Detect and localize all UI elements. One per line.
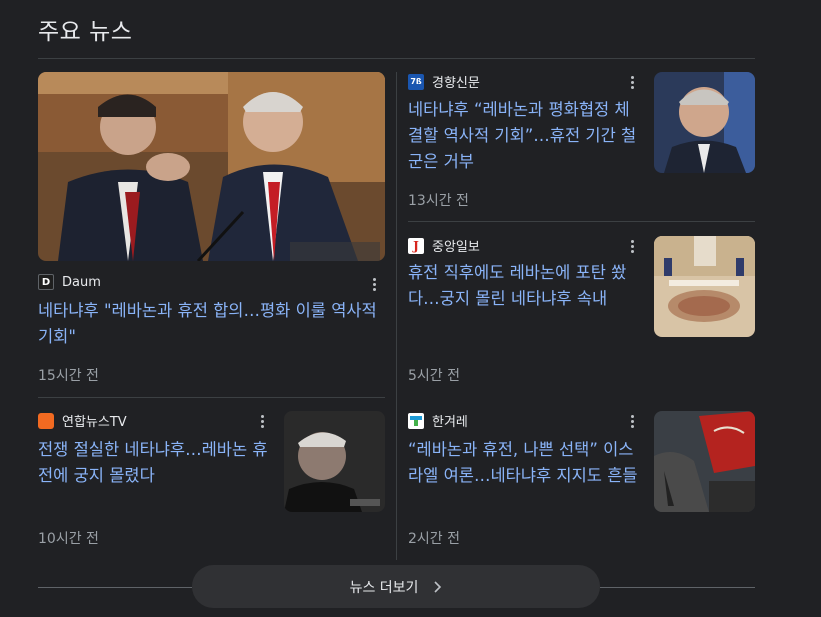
daum-logo-icon: D xyxy=(38,274,54,290)
divider xyxy=(38,58,755,59)
source-name: 연합뉴스TV xyxy=(62,415,127,430)
source-name: 경향신문 xyxy=(432,76,480,91)
column-divider xyxy=(396,72,397,560)
source-name: 한겨레 xyxy=(432,415,468,430)
source-name: Daum xyxy=(62,274,101,290)
more-options-icon[interactable] xyxy=(626,73,638,91)
news-thumbnail[interactable] xyxy=(654,72,755,173)
more-options-icon[interactable] xyxy=(368,275,380,293)
more-news-button[interactable]: 뉴스 더보기 xyxy=(192,565,600,608)
divider xyxy=(38,587,192,588)
kyunghyang-logo-icon: 7ß xyxy=(408,73,424,90)
news-card[interactable]: 연합뉴스TV 전쟁 절실한 네타냐후…레바논 휴전에 궁지 몰렸다 10시간 전 xyxy=(38,411,385,551)
news-timestamp: 10시간 전 xyxy=(38,531,99,547)
source-name: 중앙일보 xyxy=(432,240,480,255)
news-card[interactable]: J 중앙일보 휴전 직후에도 레바논에 포탄 쐈다…궁지 몰린 네타냐후 속내 … xyxy=(408,236,755,386)
news-timestamp: 2시간 전 xyxy=(408,531,460,547)
hankyoreh-logo-icon xyxy=(408,412,424,429)
more-news-label: 뉴스 더보기 xyxy=(349,579,419,596)
more-options-icon[interactable] xyxy=(256,412,268,430)
news-card[interactable]: 한겨레 “레바논과 휴전, 나쁜 선택” 이스라엘 여론…네타냐후 지지도 흔들… xyxy=(408,411,755,551)
news-source: 7ß 경향신문 xyxy=(408,72,480,91)
more-options-icon[interactable] xyxy=(626,237,638,255)
news-timestamp: 15시간 전 xyxy=(38,368,99,384)
more-options-icon[interactable] xyxy=(626,412,638,430)
news-thumbnail[interactable] xyxy=(38,72,385,261)
divider xyxy=(38,397,385,398)
news-card-featured[interactable]: D Daum 네타냐후 "레바논과 휴전 합의…평화 이룰 역사적 기회" 15… xyxy=(38,72,385,390)
news-timestamp: 13시간 전 xyxy=(408,193,469,209)
news-headline[interactable]: 휴전 직후에도 레바논에 포탄 쐈다…궁지 몰린 네타냐후 속내 xyxy=(408,260,644,312)
news-headline[interactable]: “레바논과 휴전, 나쁜 선택” 이스라엘 여론…네타냐후 지지도 흔들 xyxy=(408,437,644,489)
divider xyxy=(408,221,755,222)
news-card[interactable]: 7ß 경향신문 네타냐후 “레바논과 평화협정 체결할 역사적 기회”…휴전 기… xyxy=(408,72,755,212)
news-headline[interactable]: 네타냐후 "레바논과 휴전 합의…평화 이룰 역사적 기회" xyxy=(38,298,385,350)
yonhap-tv-logo-icon xyxy=(38,412,54,429)
news-headline[interactable]: 전쟁 절실한 네타냐후…레바논 휴전에 궁지 몰렸다 xyxy=(38,437,274,489)
news-thumbnail[interactable] xyxy=(654,411,755,512)
joongang-logo-icon: J xyxy=(408,237,424,254)
news-source: 연합뉴스TV xyxy=(38,411,127,430)
news-thumbnail[interactable] xyxy=(284,411,385,512)
news-timestamp: 5시간 전 xyxy=(408,368,460,384)
chevron-right-icon xyxy=(432,580,442,593)
news-source: 한겨레 xyxy=(408,411,468,430)
news-thumbnail[interactable] xyxy=(654,236,755,337)
news-headline[interactable]: 네타냐후 “레바논과 평화협정 체결할 역사적 기회”…휴전 기간 철군은 거부 xyxy=(408,97,644,175)
section-title: 주요 뉴스 xyxy=(38,19,133,45)
divider xyxy=(600,587,755,588)
news-source: D Daum xyxy=(38,274,101,290)
news-source: J 중앙일보 xyxy=(408,236,480,255)
